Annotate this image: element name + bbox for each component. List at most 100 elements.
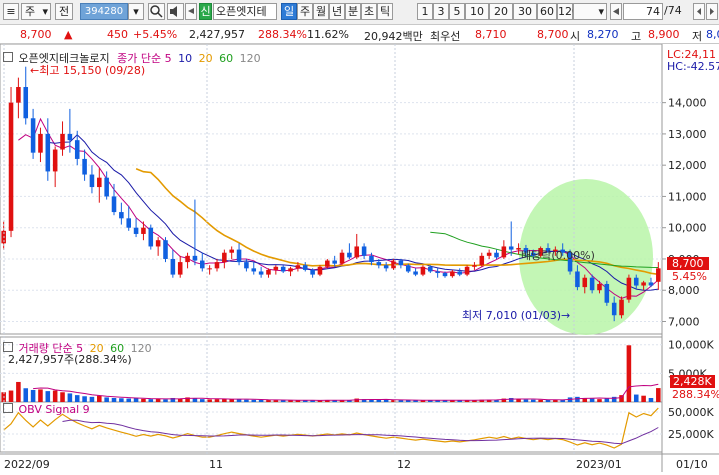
current-price: 8,700 [20, 28, 52, 41]
volume-bar [656, 388, 661, 402]
candle-body [641, 282, 646, 286]
volume-bar [97, 395, 102, 402]
period-tab[interactable]: 월 [313, 3, 329, 20]
page-current-input[interactable]: 74 [623, 3, 663, 20]
period-tab[interactable]: 분 [345, 3, 361, 20]
speaker-icon[interactable] [167, 3, 184, 20]
low-marker: 최저 7,010 (01/03)→ [462, 307, 570, 323]
stock-code-input[interactable]: 394280 [80, 3, 128, 20]
interval-tab[interactable]: 1 [417, 3, 433, 20]
interval-tab[interactable]: 120 [557, 3, 579, 20]
ma-period-10: 10 [178, 52, 193, 65]
candle-body [501, 246, 507, 258]
volume-bar [589, 398, 595, 402]
candle-body [214, 262, 220, 269]
change-percent: +5.45% [133, 28, 178, 41]
candle-body [104, 177, 109, 197]
chart-area[interactable]: 14,00013,00012,00011,00010,0009,0008,000… [0, 43, 719, 472]
credit-badge[interactable]: 신 [199, 3, 212, 20]
volume-bar [163, 399, 168, 402]
candle-body [383, 265, 389, 269]
candle-body [266, 269, 271, 275]
candle-body [177, 262, 183, 275]
period-tab[interactable]: 년 [329, 3, 345, 20]
volume-bar [155, 398, 161, 402]
y-tick-label: 14,000 [668, 97, 707, 110]
volume: 2,427,957 [189, 28, 245, 41]
candle-body [148, 227, 154, 247]
candle-body [185, 255, 190, 263]
volume-pct-tag: 288.34% [672, 388, 719, 401]
market-label: 주 [25, 5, 36, 18]
volume-bar [82, 396, 87, 402]
volume-bar [214, 399, 220, 402]
candle-body [413, 271, 418, 275]
low-marker-text: 최저 7,010 (01/03) [462, 309, 562, 322]
period-tab[interactable]: 주 [297, 3, 313, 20]
period-tab[interactable]: 일 [281, 3, 297, 20]
period-tab[interactable]: 초 [361, 3, 377, 20]
candle-body [163, 240, 168, 259]
candle-body [97, 177, 102, 188]
candle-body [361, 246, 367, 256]
market-select[interactable]: 주 ▾ [21, 3, 51, 20]
candle-body [472, 265, 477, 267]
ma-period-60: 60 [219, 52, 234, 65]
interval-tab[interactable]: 30 [513, 3, 537, 20]
low-price: 8,01 [706, 28, 719, 41]
menu-button[interactable]: ≡ [3, 3, 19, 20]
volume-bar [38, 389, 43, 402]
scroll-right-icon[interactable] [706, 3, 718, 20]
code-dropdown-button[interactable]: ▾ [128, 3, 144, 20]
candle-body [332, 260, 337, 264]
volume-bar [104, 397, 109, 402]
interval-dropdown[interactable]: ▾ [573, 3, 607, 20]
y-tick-label: 10,000K [668, 339, 714, 352]
volume-bar [67, 393, 73, 402]
interval-tab[interactable]: 3 [433, 3, 449, 20]
volume-bar [52, 390, 58, 402]
chart-canvas[interactable]: 14,00013,00012,00011,00010,0009,0008,000… [0, 43, 719, 472]
x-tick-label: 2023/01 [576, 458, 622, 471]
interval-tab[interactable]: 10 [465, 3, 489, 20]
stock-name-field[interactable]: 오픈엣지테 [213, 3, 277, 20]
high-marker-text: 최고 15,150 (09/28) [39, 64, 146, 77]
scroll-left-icon[interactable] [693, 3, 705, 20]
y-tick-label: 11,000 [668, 190, 707, 203]
volume-current-tag: 2,428K [670, 375, 715, 388]
panel-menu-icon[interactable] [3, 52, 13, 62]
volume-bar [89, 396, 95, 402]
interval-tab[interactable]: 60 [537, 3, 557, 20]
candle-body [604, 283, 610, 303]
candle-body [170, 258, 176, 275]
candle-body [376, 262, 382, 266]
candle-body [479, 255, 485, 266]
candle-body [347, 252, 352, 258]
candle-body [30, 118, 36, 153]
candle-body [420, 266, 426, 275]
panel-menu-icon[interactable] [3, 403, 13, 413]
prev-button[interactable]: 전 [55, 3, 73, 20]
chart-menu-icon[interactable] [610, 3, 622, 20]
candle-body [38, 133, 43, 153]
candle-body [126, 218, 132, 228]
y-tick-label: 25,000K [668, 428, 714, 441]
period-tab[interactable]: 틱 [377, 3, 393, 20]
volume-bar [530, 399, 536, 402]
interval-tab[interactable]: 5 [449, 3, 465, 20]
right-arrow-icon: → [561, 309, 571, 322]
candle-body [442, 273, 448, 277]
volume-bar [273, 400, 279, 402]
trade-amount: 20,942백만 [364, 30, 423, 43]
page-current: 74 [646, 5, 660, 18]
candle-body [325, 260, 330, 267]
candle-body [236, 249, 242, 263]
event-label: 배당락(0.00%) [521, 249, 595, 262]
open-label: 시 [570, 30, 581, 43]
settings-small-icon[interactable] [185, 3, 197, 20]
interval-tab[interactable]: 20 [489, 3, 513, 20]
candle-body [626, 277, 632, 300]
search-icon[interactable] [148, 3, 165, 20]
candle-body [369, 255, 374, 263]
toolbar: ≡ 주 ▾ 전 394280 ▾ 신 오픈엣지테 일주월년분초틱 1 3 5 10 20… [0, 0, 719, 25]
